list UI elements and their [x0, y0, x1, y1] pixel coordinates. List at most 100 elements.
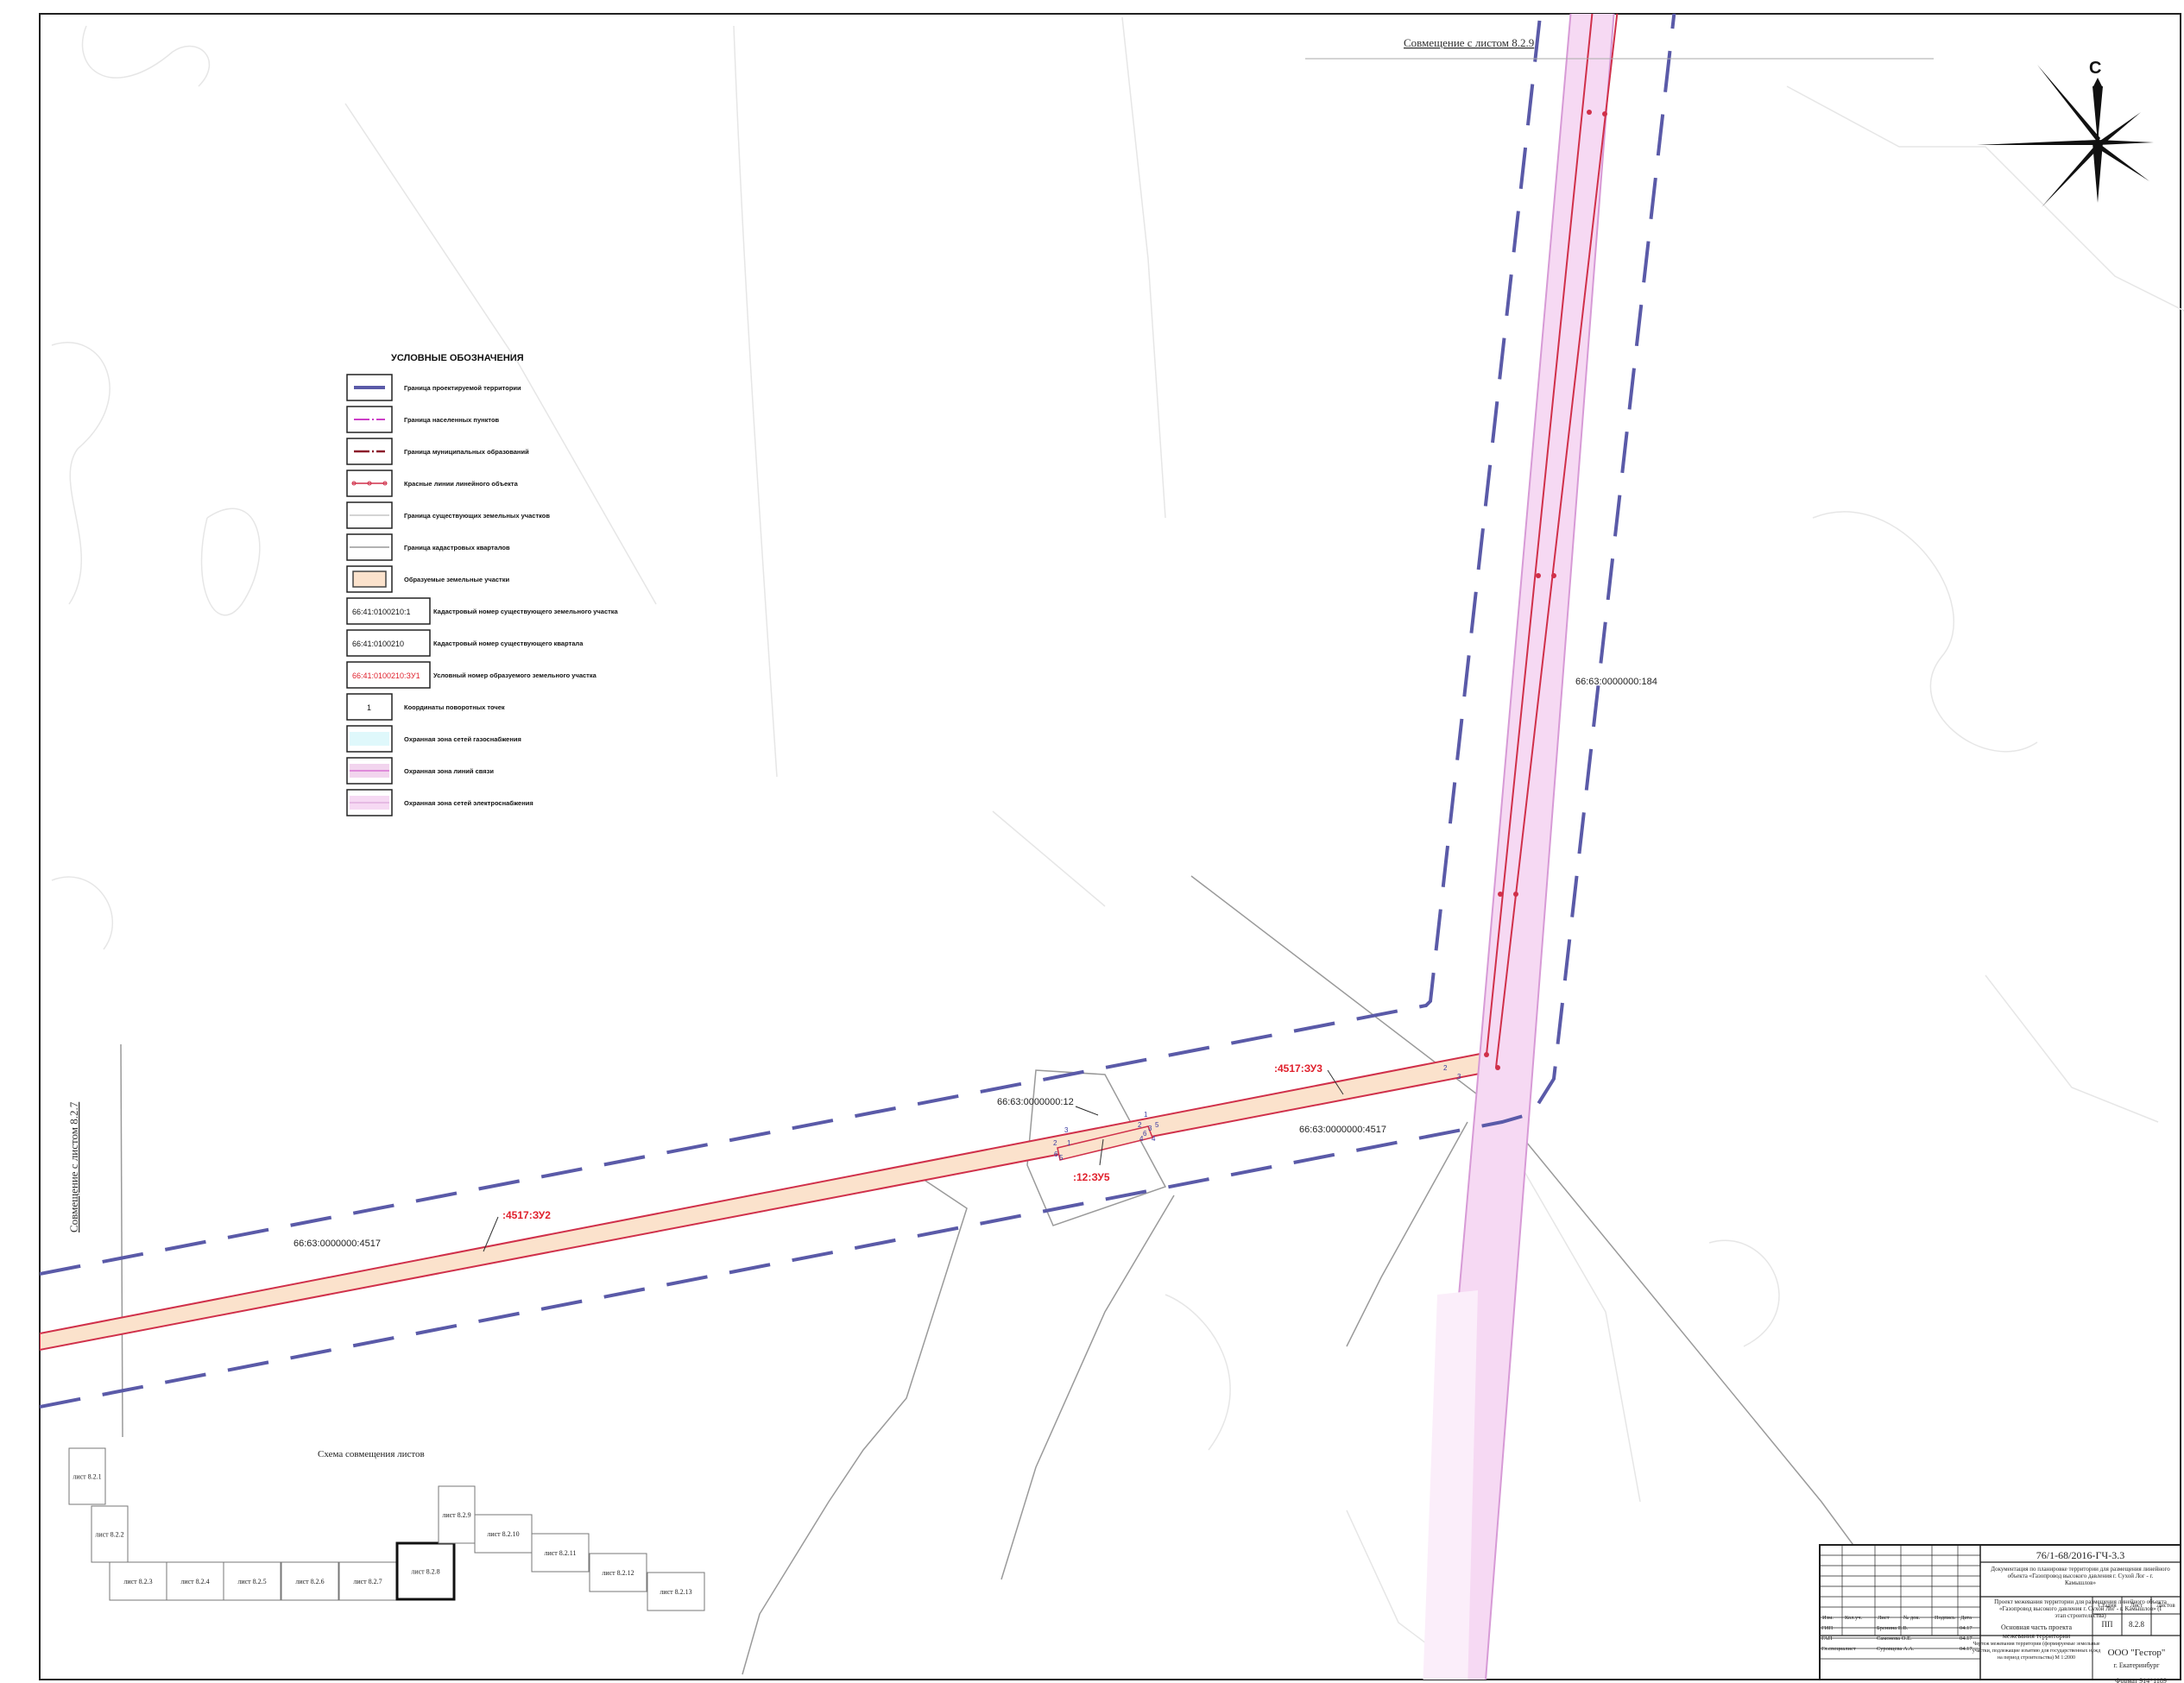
legend-label: Условный номер образуемого земельного уч… — [433, 671, 597, 679]
left-match-note: Совмещение с листом 8.2.7 — [67, 1101, 80, 1232]
svg-text:3: 3 — [1457, 1073, 1461, 1081]
legend-label: Охранная зона сетей электроснабжения — [404, 799, 533, 807]
tb-sheet: 8.2.8 — [2129, 1620, 2145, 1629]
tb-company: ООО "Гестор" — [2108, 1648, 2166, 1658]
legend-label: Координаты поворотных точек — [404, 703, 505, 711]
legend-item: Граница кадастровых кварталов — [346, 533, 510, 561]
label-cad-4517-right: 66:63:0000000:4517 — [1299, 1125, 1386, 1135]
svg-text:2: 2 — [1443, 1064, 1448, 1072]
legend-label: Образуемые земельные участки — [404, 576, 509, 583]
tb-date: 04.17 — [1960, 1625, 1973, 1631]
tb-name: Самонова О.Е. — [1877, 1636, 1912, 1642]
legend-item: 66:41:0100210:1 Кадастровый номер существ… — [346, 597, 619, 625]
legend-label: Красные линии линейного объекта — [404, 480, 519, 488]
tb-date: 04.17 — [1960, 1636, 1973, 1642]
svg-text:лист 8.2.1: лист 8.2.1 — [73, 1473, 101, 1481]
svg-text:5: 5 — [1155, 1121, 1159, 1129]
tb-role: Гл.специалист — [1821, 1646, 1856, 1652]
svg-text:5: 5 — [1059, 1154, 1064, 1162]
project-title: этап строительства) — [2055, 1612, 2106, 1619]
tb-city: г. Екатеринбург — [2113, 1661, 2160, 1669]
sheet-frame — [39, 13, 2181, 1680]
label-zu2: :4517:ЗУ2 — [502, 1209, 551, 1221]
svg-text:6: 6 — [1143, 1130, 1147, 1138]
legend-sample-text: 66:41:0100210:ЗУ1 — [352, 671, 420, 680]
svg-text:1: 1 — [1144, 1111, 1148, 1119]
legend-sample-text: 66:41:0100210:1 — [352, 608, 411, 616]
legend-item: Охранная зона линий связи — [346, 757, 494, 785]
tb-stage: ПП — [2102, 1620, 2113, 1629]
tb-header-cell: Изм. — [1822, 1615, 1834, 1621]
svg-text:лист 8.2.11: лист 8.2.11 — [544, 1549, 576, 1557]
scheme-sheet: лист 8.2.1 — [68, 1447, 106, 1505]
legend-item: 66:41:0100210:ЗУ1 Условный номер образуем… — [346, 661, 597, 689]
tb-header-cell: Дата — [1960, 1615, 1972, 1621]
svg-text:6: 6 — [1054, 1150, 1058, 1158]
scheme-sheet: лист 8.2.3 — [109, 1561, 167, 1601]
scheme-sheet: лист 8.2.12 — [589, 1553, 647, 1592]
legend-label: Граница населенных пунктов — [404, 416, 500, 424]
legend: УСЛОВНЫЕ ОБОЗНАЧЕНИЯ Граница проектируем… — [346, 353, 619, 816]
scheme-sheet: лист 8.2.9 — [438, 1485, 476, 1544]
svg-text:лист 8.2.9: лист 8.2.9 — [442, 1511, 470, 1519]
scheme-sheet: лист 8.2.13 — [647, 1572, 705, 1611]
svg-text:лист 8.2.5: лист 8.2.5 — [237, 1578, 266, 1585]
tb-sheets-label: Листов — [2156, 1602, 2175, 1609]
label-zu5: :12:ЗУ5 — [1073, 1171, 1110, 1183]
tb-format: Формат 914*1189 — [2115, 1677, 2167, 1683]
scheme-sheet: лист 8.2.11 — [531, 1533, 590, 1573]
scheme-sheet: лист 8.2.10 — [474, 1514, 533, 1554]
scheme-title: Схема совмещения листов — [318, 1449, 425, 1459]
tb-header-cell: Подпись — [1935, 1615, 1955, 1621]
legend-title: УСЛОВНЫЕ ОБОЗНАЧЕНИЯ — [391, 353, 524, 363]
scheme-sheet: лист 8.2.4 — [166, 1561, 224, 1601]
title-block: 76/1-68/2016-ГЧ-3.3 Документация по плани… — [1819, 1544, 2181, 1683]
doc-title: Камышлов» — [2065, 1579, 2097, 1586]
tb-name: Бренина Е.В. — [1877, 1625, 1909, 1631]
top-match-note: Совмещение с листом 8.2.9 — [1404, 36, 1534, 49]
legend-label: Граница муниципальных образований — [404, 448, 529, 456]
scheme-sheet: лист 8.2.5 — [223, 1561, 281, 1601]
svg-text:лист 8.2.13: лист 8.2.13 — [660, 1588, 691, 1596]
svg-text:1: 1 — [1067, 1139, 1071, 1147]
tb-sheet-label: Лист — [2130, 1602, 2143, 1609]
sheet-scheme: Схема совмещения листов лист 8.2.1 лист 8… — [68, 1447, 705, 1611]
legend-label: Граница проектируемой территории — [404, 384, 521, 392]
svg-text:лист 8.2.8: лист 8.2.8 — [411, 1568, 439, 1576]
legend-label: Кадастровый номер существующего квартала — [433, 640, 584, 647]
legend-item: 1 Координаты поворотных точек — [346, 693, 505, 721]
svg-text:лист 8.2.3: лист 8.2.3 — [123, 1578, 152, 1585]
legend-item: Красные линии линейного объекта — [346, 470, 519, 497]
tb-drawing: Чертеж межевания территории (формируемые… — [1973, 1641, 2099, 1647]
legend-sample-text: 66:41:0100210 — [352, 640, 404, 648]
label-cad-4517-left: 66:63:0000000:4517 — [294, 1239, 381, 1249]
legend-item: Охранная зона сетей газоснабжения — [346, 725, 521, 753]
tb-header-cell: Лист — [1878, 1615, 1890, 1621]
legend-label: Граница существующих земельных участков — [404, 512, 550, 520]
svg-text:лист 8.2.12: лист 8.2.12 — [602, 1569, 634, 1577]
north-arrow — [1977, 65, 2154, 207]
tb-header-cell: № док. — [1903, 1615, 1921, 1621]
legend-item: Охранная зона сетей электроснабжения — [346, 789, 533, 816]
legend-sample-text: 1 — [367, 703, 371, 712]
tb-section: межевания территории — [2003, 1632, 2071, 1640]
drawing-sheet: Совмещение с листом 8.2.9 Совмещение с л… — [39, 13, 2184, 1683]
tb-date: 04.17 — [1960, 1646, 1973, 1652]
tb-name: Суровцева А.А. — [1877, 1646, 1915, 1652]
legend-item: Граница муниципальных образований — [346, 438, 529, 465]
svg-text:2: 2 — [1053, 1139, 1057, 1147]
legend-item: Образуемые земельные участки — [346, 565, 509, 593]
svg-text:лист 8.2.2: лист 8.2.2 — [95, 1531, 123, 1539]
label-cad-12: 66:63:0000000:12 — [997, 1097, 1074, 1107]
svg-text:3: 3 — [1148, 1125, 1152, 1132]
scheme-sheet: лист 8.2.7 — [338, 1561, 397, 1601]
legend-label: Охранная зона сетей газоснабжения — [404, 735, 521, 743]
project-territory-boundary — [40, 14, 1676, 1409]
legend-label: Граница кадастровых кварталов — [404, 544, 510, 552]
tb-role: ГАП — [1821, 1636, 1833, 1642]
scheme-sheet: лист 8.2.2 — [91, 1505, 129, 1563]
tb-stage-label: Стадия — [2098, 1602, 2117, 1609]
tb-section: Основная часть проекта — [2001, 1623, 2072, 1631]
svg-text:лист 8.2.4: лист 8.2.4 — [180, 1578, 209, 1585]
legend-label: Охранная зона линий связи — [404, 767, 494, 775]
